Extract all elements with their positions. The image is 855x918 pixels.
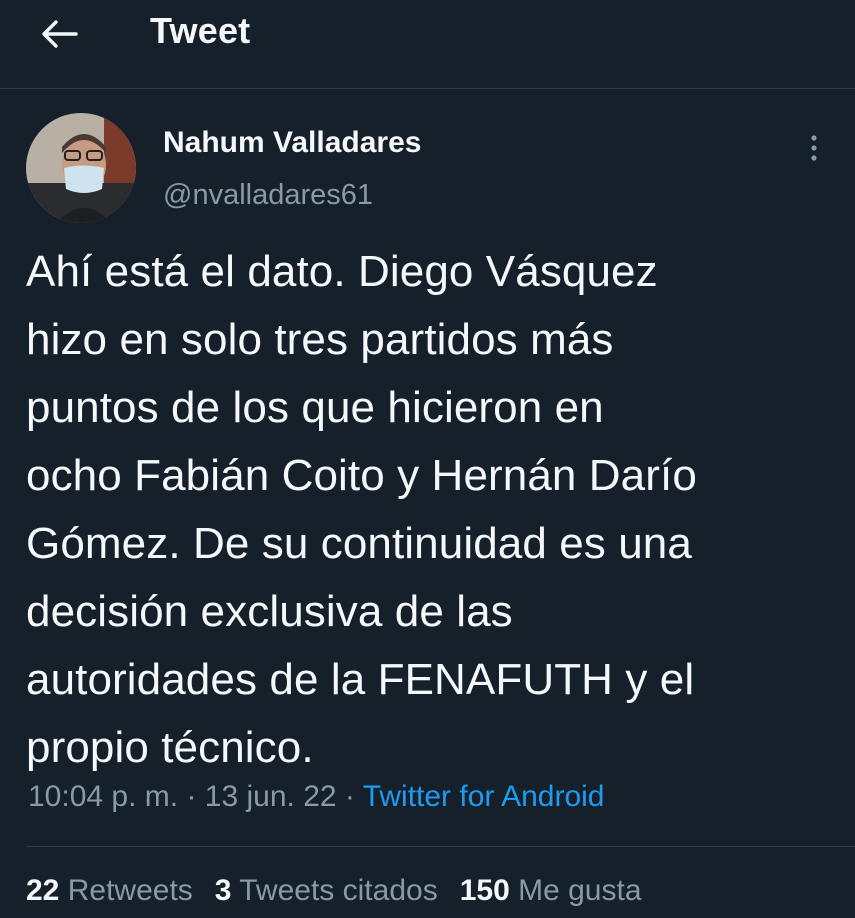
likes-label: Me gusta	[518, 874, 642, 907]
back-button[interactable]	[30, 12, 86, 56]
divider	[26, 846, 855, 847]
more-options-button[interactable]	[800, 130, 828, 166]
likes-stat[interactable]: 150 Me gusta	[460, 874, 642, 907]
tweet-time[interactable]: 10:04 p. m.	[28, 780, 178, 813]
quotes-label: Tweets citados	[239, 874, 438, 907]
tweet-metadata: 10:04 p. m. · 13 jun. 22 · Twitter for A…	[28, 780, 604, 814]
avatar[interactable]	[26, 113, 136, 223]
author-name[interactable]: Nahum Valladares	[163, 126, 421, 160]
quotes-count: 3	[214, 874, 232, 907]
meta-separator: ·	[186, 780, 197, 813]
retweets-count: 22	[26, 874, 60, 907]
likes-count: 150	[459, 874, 510, 907]
retweets-label: Retweets	[67, 874, 193, 907]
more-vertical-icon	[811, 135, 817, 161]
tweet-stats: 22 Retweets 3 Tweets citados 150 Me gusta	[26, 874, 664, 908]
arrow-left-icon	[42, 20, 78, 48]
quote-tweets-stat[interactable]: 3 Tweets citados	[215, 874, 438, 907]
profile-photo	[26, 113, 136, 223]
tweet-source-link[interactable]: Twitter for Android	[363, 780, 605, 813]
retweets-stat[interactable]: 22 Retweets	[26, 874, 193, 907]
top-bar: Tweet	[0, 0, 855, 89]
tweet-date[interactable]: 13 jun. 22	[205, 780, 337, 813]
author-handle[interactable]: @nvalladares61	[163, 179, 373, 212]
page-title: Tweet	[150, 10, 251, 51]
meta-separator: ·	[344, 780, 355, 813]
tweet-text: Ahí está el dato. Diego Vásquez hizo en …	[26, 247, 697, 772]
